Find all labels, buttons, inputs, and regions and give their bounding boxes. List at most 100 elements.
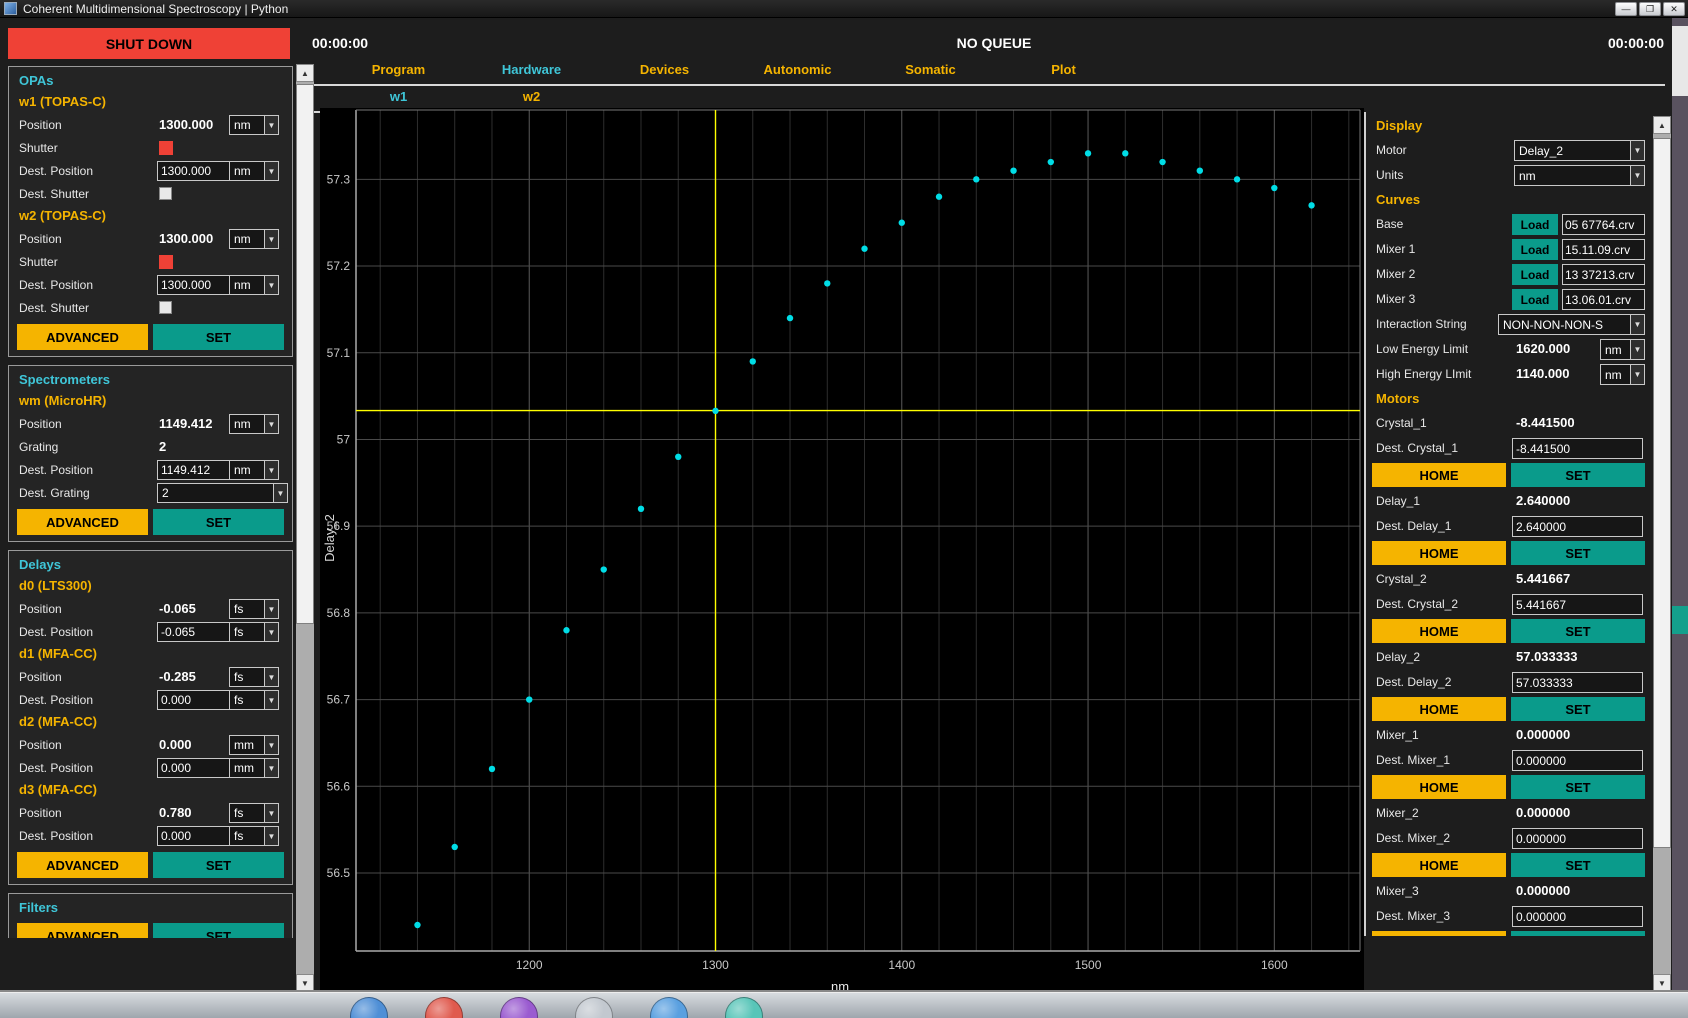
unit-select[interactable]: mm▼ bbox=[229, 758, 279, 778]
chevron-down-icon[interactable]: ▼ bbox=[264, 162, 278, 180]
panel-scrollbar[interactable]: ▲ ▼ bbox=[1653, 116, 1671, 992]
curve-file-input[interactable] bbox=[1562, 289, 1645, 310]
taskbar-app-3-icon[interactable] bbox=[500, 997, 538, 1018]
dest-shutter-checkbox[interactable] bbox=[159, 187, 172, 200]
shutdown-button[interactable]: SHUT DOWN bbox=[8, 28, 290, 59]
unit-select[interactable]: nm▼ bbox=[1600, 364, 1645, 385]
unit-select[interactable]: fs▼ bbox=[229, 622, 279, 642]
taskbar-app-1-icon[interactable] bbox=[350, 997, 388, 1018]
chevron-down-icon[interactable]: ▼ bbox=[1630, 141, 1644, 160]
sidebar-scrollbar[interactable]: ▲ ▼ bbox=[296, 64, 314, 992]
chevron-down-icon[interactable]: ▼ bbox=[264, 600, 278, 618]
curve-file-input[interactable] bbox=[1562, 239, 1645, 260]
unit-select[interactable]: fs▼ bbox=[229, 826, 279, 846]
close-icon[interactable]: ✕ bbox=[1663, 2, 1685, 16]
unit-select[interactable]: nm▼ bbox=[229, 115, 279, 135]
scrollbar-thumb[interactable] bbox=[1672, 606, 1688, 634]
window-scrollbar[interactable] bbox=[1672, 18, 1688, 990]
load-button[interactable]: Load bbox=[1512, 289, 1558, 310]
destination-input[interactable] bbox=[157, 826, 231, 846]
scroll-up-icon[interactable]: ▲ bbox=[296, 64, 314, 82]
unit-select[interactable]: fs▼ bbox=[229, 667, 279, 687]
destination-input[interactable] bbox=[157, 275, 231, 295]
load-button[interactable]: Load bbox=[1512, 214, 1558, 235]
curve-file-input[interactable] bbox=[1562, 264, 1645, 285]
scrollbar-segment[interactable] bbox=[1672, 26, 1688, 96]
unit-select[interactable]: fs▼ bbox=[229, 599, 279, 619]
taskbar-app-2-icon[interactable] bbox=[425, 997, 463, 1018]
chevron-down-icon[interactable]: ▼ bbox=[273, 484, 287, 502]
dest-shutter-checkbox[interactable] bbox=[159, 301, 172, 314]
destination-input[interactable] bbox=[157, 161, 231, 181]
unit-select[interactable]: nm▼ bbox=[229, 161, 279, 181]
set-button[interactable]: SET bbox=[153, 852, 284, 878]
set-button[interactable]: SET bbox=[1511, 775, 1645, 799]
set-button[interactable]: SET bbox=[1511, 931, 1645, 936]
home-button[interactable]: HOME bbox=[1372, 463, 1506, 487]
tab-autonomic[interactable]: Autonomic bbox=[731, 62, 864, 77]
chevron-down-icon[interactable]: ▼ bbox=[264, 461, 278, 479]
chevron-down-icon[interactable]: ▼ bbox=[1630, 340, 1644, 359]
chevron-down-icon[interactable]: ▼ bbox=[264, 668, 278, 686]
taskbar-app-6-icon[interactable] bbox=[725, 997, 763, 1018]
chevron-down-icon[interactable]: ▼ bbox=[264, 623, 278, 641]
scroll-up-icon[interactable]: ▲ bbox=[1653, 116, 1671, 134]
curve-file-input[interactable] bbox=[1562, 214, 1645, 235]
motor-dest-input[interactable] bbox=[1512, 672, 1643, 693]
subtab-w2[interactable]: w2 bbox=[465, 89, 598, 104]
chevron-down-icon[interactable]: ▼ bbox=[1630, 315, 1644, 334]
unit-select[interactable]: nm▼ bbox=[229, 229, 279, 249]
units-select[interactable]: nm▼ bbox=[1514, 165, 1645, 186]
home-button[interactable]: HOME bbox=[1372, 619, 1506, 643]
advanced-button[interactable]: ADVANCED bbox=[17, 509, 148, 535]
motor-dest-input[interactable] bbox=[1512, 594, 1643, 615]
taskbar[interactable] bbox=[0, 992, 1688, 1018]
set-button[interactable]: SET bbox=[1511, 619, 1645, 643]
unit-select[interactable]: fs▼ bbox=[229, 690, 279, 710]
set-button[interactable]: SET bbox=[1511, 541, 1645, 565]
set-button[interactable]: SET bbox=[153, 923, 284, 938]
unit-select[interactable]: fs▼ bbox=[229, 803, 279, 823]
tab-somatic[interactable]: Somatic bbox=[864, 62, 997, 77]
taskbar-app-4-icon[interactable] bbox=[575, 997, 613, 1018]
home-button[interactable]: HOME bbox=[1372, 775, 1506, 799]
chevron-down-icon[interactable]: ▼ bbox=[264, 736, 278, 754]
taskbar-app-5-icon[interactable] bbox=[650, 997, 688, 1018]
home-button[interactable]: HOME bbox=[1372, 853, 1506, 877]
advanced-button[interactable]: ADVANCED bbox=[17, 324, 148, 350]
destination-input[interactable] bbox=[157, 758, 231, 778]
set-button[interactable]: SET bbox=[153, 509, 284, 535]
chevron-down-icon[interactable]: ▼ bbox=[264, 230, 278, 248]
destination-input[interactable] bbox=[157, 622, 231, 642]
unit-select[interactable]: mm▼ bbox=[229, 735, 279, 755]
chevron-down-icon[interactable]: ▼ bbox=[264, 759, 278, 777]
minimize-icon[interactable]: — bbox=[1615, 2, 1637, 16]
tab-plot[interactable]: Plot bbox=[997, 62, 1130, 77]
set-button[interactable]: SET bbox=[1511, 697, 1645, 721]
destination-input[interactable] bbox=[157, 690, 231, 710]
home-button[interactable]: HOME bbox=[1372, 931, 1506, 936]
motor-dest-input[interactable] bbox=[1512, 828, 1643, 849]
scrollbar-thumb[interactable] bbox=[1653, 138, 1671, 848]
motor-dest-input[interactable] bbox=[1512, 906, 1643, 927]
home-button[interactable]: HOME bbox=[1372, 697, 1506, 721]
scrollbar-thumb[interactable] bbox=[296, 84, 314, 624]
unit-select[interactable]: nm▼ bbox=[229, 460, 279, 480]
motor-dest-input[interactable] bbox=[1512, 516, 1643, 537]
home-button[interactable]: HOME bbox=[1372, 541, 1506, 565]
interaction-select[interactable]: NON-NON-NON-S▼ bbox=[1498, 314, 1645, 335]
unit-select[interactable]: nm▼ bbox=[229, 414, 279, 434]
load-button[interactable]: Load bbox=[1512, 264, 1558, 285]
advanced-button[interactable]: ADVANCED bbox=[17, 852, 148, 878]
tab-hardware[interactable]: Hardware bbox=[465, 62, 598, 77]
chevron-down-icon[interactable]: ▼ bbox=[264, 116, 278, 134]
tab-program[interactable]: Program bbox=[332, 62, 465, 77]
unit-select[interactable]: nm▼ bbox=[229, 275, 279, 295]
set-button[interactable]: SET bbox=[153, 324, 284, 350]
chevron-down-icon[interactable]: ▼ bbox=[1630, 365, 1644, 384]
set-button[interactable]: SET bbox=[1511, 853, 1645, 877]
chevron-down-icon[interactable]: ▼ bbox=[264, 827, 278, 845]
subtab-w1[interactable]: w1 bbox=[332, 89, 465, 104]
motor-dest-input[interactable] bbox=[1512, 750, 1643, 771]
destination-input[interactable] bbox=[157, 460, 231, 480]
